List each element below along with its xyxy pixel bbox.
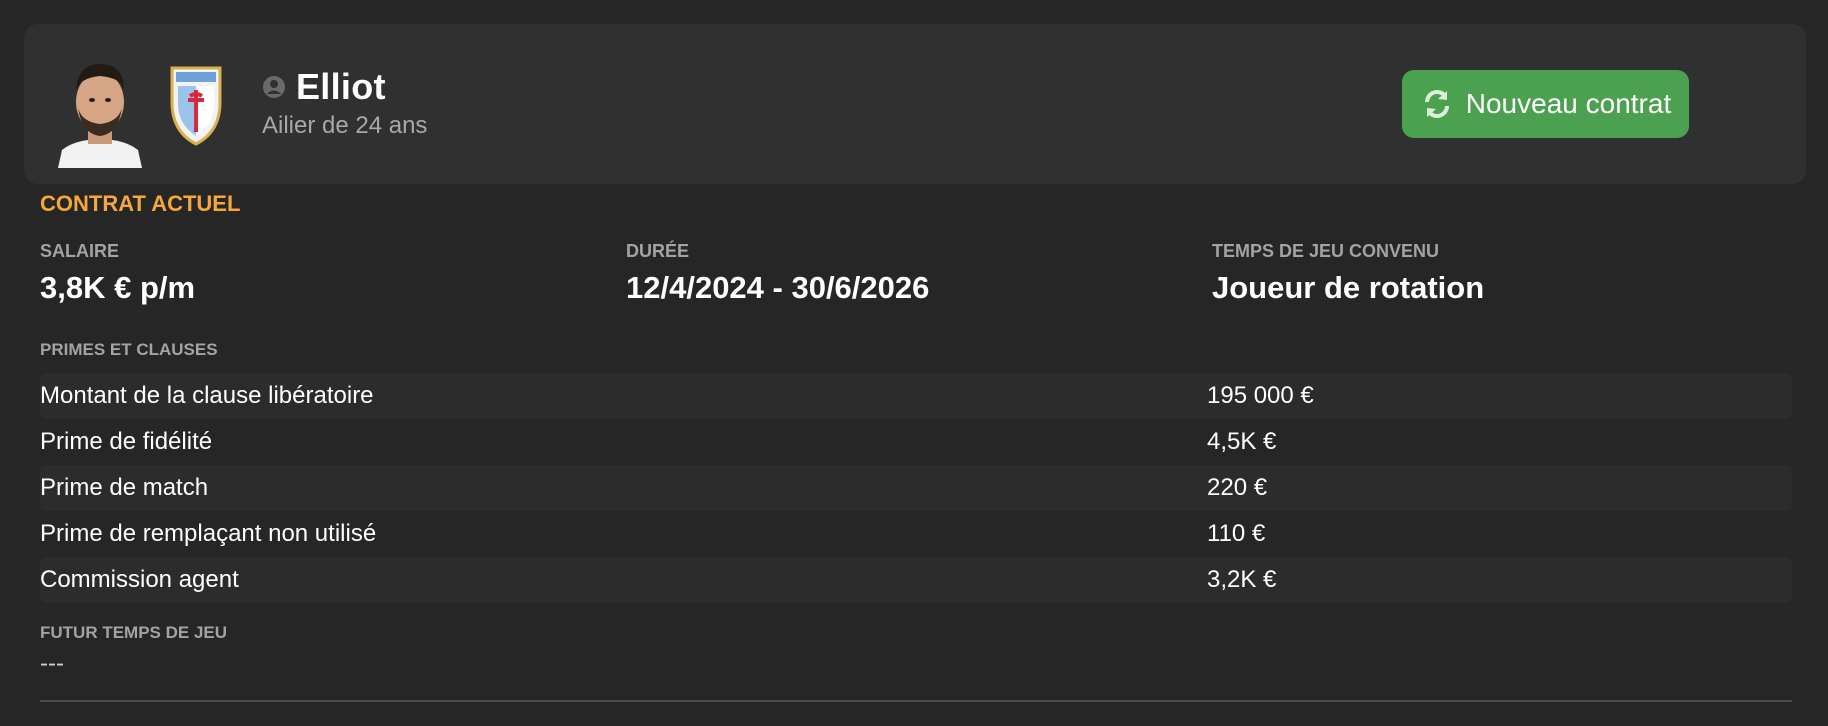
- bonus-value: 4,5K €: [1207, 428, 1277, 455]
- table-row: Prime de fidélité 4,5K €: [40, 419, 1792, 465]
- future-playtime-value: ---: [40, 650, 64, 677]
- duration-label: DURÉE: [626, 241, 690, 261]
- playtime-label: TEMPS DE JEU CONVENU: [1212, 241, 1440, 261]
- section-title-current-contract: CONTRAT ACTUEL: [40, 191, 241, 216]
- bonus-label: Prime de remplaçant non utilisé: [40, 520, 377, 547]
- bonus-label: Prime de match: [40, 474, 209, 501]
- bonus-value: 195 000 €: [1207, 382, 1314, 409]
- future-playtime-title: FUTUR TEMPS DE JEU: [40, 623, 228, 642]
- refresh-icon: [1420, 87, 1454, 121]
- player-header-card: Elliot Ailier de 24 ans Nouveau contrat: [24, 24, 1806, 184]
- player-photo: [52, 50, 148, 168]
- salary-label: SALAIRE: [40, 241, 120, 261]
- new-contract-label: Nouveau contrat: [1465, 88, 1672, 119]
- bonus-label: Commission agent: [40, 566, 239, 593]
- bonuses-table: Montant de la clause libératoire 195 000…: [40, 373, 1792, 603]
- player-subtitle: Ailier de 24 ans: [262, 112, 428, 139]
- bonus-label: Montant de la clause libératoire: [40, 382, 374, 409]
- salary-value: 3,8K € p/m: [40, 270, 196, 305]
- bonus-label: Prime de fidélité: [40, 428, 213, 455]
- divider: [40, 700, 1792, 702]
- club-badge: [164, 62, 228, 148]
- bonus-value: 3,2K €: [1207, 566, 1277, 593]
- table-row: Montant de la clause libératoire 195 000…: [40, 373, 1792, 419]
- duration-value: 12/4/2024 - 30/6/2026: [626, 270, 930, 305]
- bonus-value: 220 €: [1207, 474, 1268, 501]
- table-row: Prime de remplaçant non utilisé 110 €: [40, 511, 1792, 557]
- player-name: Elliot: [296, 66, 386, 107]
- table-row: Prime de match 220 €: [40, 465, 1792, 511]
- bonuses-title: PRIMES ET CLAUSES: [40, 340, 218, 359]
- person-icon: [262, 75, 286, 99]
- playtime-value: Joueur de rotation: [1212, 270, 1485, 305]
- new-contract-button[interactable]: Nouveau contrat: [1402, 70, 1689, 138]
- bonus-value: 110 €: [1207, 520, 1266, 547]
- player-name-row: Elliot: [262, 66, 386, 108]
- table-row: Commission agent 3,2K €: [40, 557, 1792, 603]
